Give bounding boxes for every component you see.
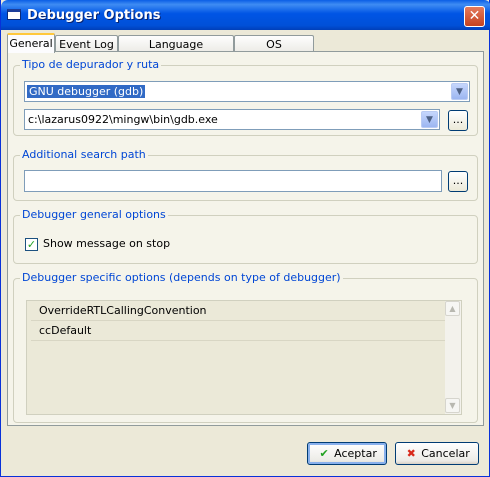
chevron-down-icon[interactable]: ▼	[451, 83, 468, 100]
list-item[interactable]: OverrideRTLCallingConvention	[31, 301, 446, 321]
debugger-type-group: Tipo de depurador y ruta GNU debugger (g…	[13, 58, 478, 136]
debugger-options-window: Debugger Options ✕ General Event Log Lan…	[0, 0, 490, 477]
close-icon: ✕	[468, 8, 481, 24]
close-button[interactable]: ✕	[464, 6, 485, 27]
ok-button-label: Aceptar	[334, 447, 377, 460]
show-message-on-stop-checkbox[interactable]: ✓	[25, 238, 38, 251]
debugger-path-value: c:\lazarus0922\mingw\bin\gdb.exe	[28, 113, 218, 126]
search-path-input[interactable]	[24, 170, 442, 192]
general-options-legend: Debugger general options	[20, 208, 168, 221]
window-title: Debugger Options	[27, 8, 161, 23]
tab-os-exceptions[interactable]: OS Exceptions	[234, 35, 314, 64]
tab-general[interactable]: General	[7, 33, 55, 53]
browse-debugger-path-button[interactable]: ...	[448, 110, 468, 131]
check-icon: ✔	[319, 447, 329, 460]
search-path-legend: Additional search path	[20, 148, 148, 161]
scroll-down-icon[interactable]: ▼	[445, 398, 460, 413]
cancel-button[interactable]: ✖ Cancelar	[395, 442, 479, 465]
search-path-group: Additional search path ...	[13, 148, 478, 201]
debugger-type-value: GNU debugger (gdb)	[27, 85, 146, 98]
general-tab-panel: Tipo de depurador y ruta GNU debugger (g…	[7, 51, 484, 426]
tab-event-log[interactable]: Event Log	[55, 35, 118, 52]
ok-button[interactable]: ✔ Aceptar	[307, 442, 387, 465]
title-bar[interactable]: Debugger Options ✕	[1, 0, 490, 30]
debugger-path-combo[interactable]: c:\lazarus0922\mingw\bin\gdb.exe ▼	[24, 109, 440, 130]
property-name: OverrideRTLCallingConvention	[39, 304, 207, 317]
show-message-on-stop-label[interactable]: Show message on stop	[43, 237, 170, 250]
x-icon: ✖	[406, 447, 416, 460]
property-value: ccDefault	[39, 324, 92, 337]
window-icon	[7, 9, 21, 20]
specific-options-legend: Debugger specific options (depends on ty…	[20, 271, 343, 284]
general-options-group: Debugger general options ✓ Show message …	[13, 208, 478, 264]
browse-search-path-button[interactable]: ...	[448, 171, 468, 192]
scroll-up-icon[interactable]: ▲	[445, 301, 460, 316]
debugger-type-legend: Tipo de depurador y ruta	[20, 58, 162, 71]
cancel-button-label: Cancelar	[421, 447, 470, 460]
chevron-down-icon[interactable]: ▼	[421, 111, 438, 128]
tab-language-exceptions[interactable]: Language Exceptions	[118, 35, 234, 64]
debugger-type-combo[interactable]: GNU debugger (gdb) ▼	[24, 81, 470, 102]
property-grid[interactable]: OverrideRTLCallingConvention ccDefault ▲…	[26, 300, 462, 415]
vertical-scrollbar[interactable]: ▲ ▼	[445, 301, 461, 414]
list-item[interactable]: ccDefault	[31, 321, 446, 341]
specific-options-group: Debugger specific options (depends on ty…	[13, 271, 478, 423]
